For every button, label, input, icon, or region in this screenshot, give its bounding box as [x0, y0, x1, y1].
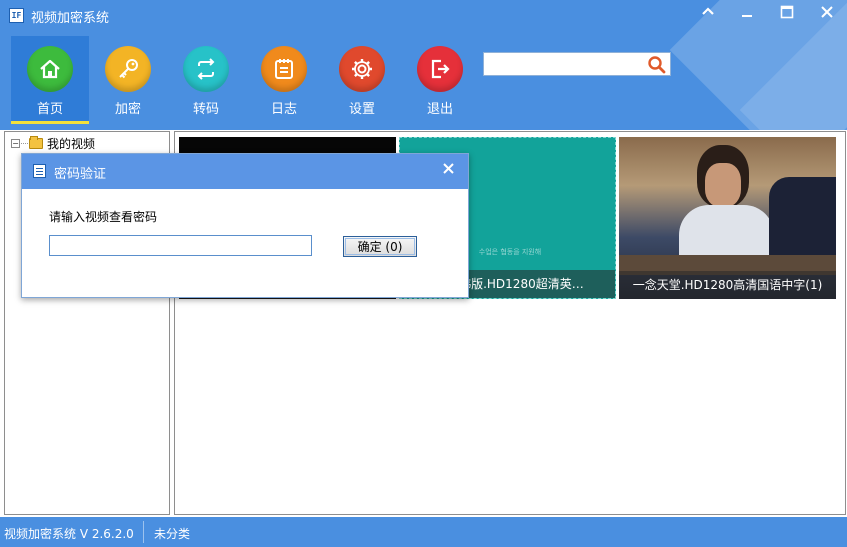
tool-settings[interactable]: 设置 [323, 36, 401, 124]
tool-home[interactable]: 首页 [11, 36, 89, 124]
status-divider [143, 521, 144, 543]
dialog-close-icon[interactable] [440, 160, 458, 178]
convert-icon [183, 46, 229, 92]
tool-label: 转码 [192, 102, 219, 117]
search-box [483, 52, 671, 76]
tree-node-my-videos[interactable]: − 我的视频 [11, 135, 95, 151]
password-dialog: 密码验证 请输入视频查看密码 确定 (0) [21, 153, 469, 298]
current-category: 未分类 [154, 527, 191, 541]
tool-log[interactable]: 日志 [245, 36, 323, 124]
exit-icon [417, 46, 463, 92]
dialog-app-icon [33, 164, 46, 178]
tool-encrypt[interactable]: 加密 [89, 36, 167, 124]
search-input[interactable] [486, 55, 644, 73]
tool-label: 加密 [114, 102, 141, 117]
thumbnail-figure [705, 163, 741, 207]
dialog-title-bar[interactable]: 密码验证 [22, 154, 468, 189]
video-subtitle-text: 수업은 협동을 지원해 [478, 248, 542, 256]
tree-node-label: 我的视频 [47, 136, 96, 151]
key-icon [105, 46, 151, 92]
folder-icon [29, 135, 43, 149]
tool-label: 日志 [270, 102, 297, 117]
app-icon: IF [9, 8, 24, 23]
log-icon [261, 46, 307, 92]
video-thumbnail[interactable]: 一念天堂.HD1280高清国语中字(1) [619, 137, 836, 299]
minimize-button[interactable] [735, 3, 759, 23]
top-bar: IF 视频加密系统 首页 加密 转码 日志 设置 退出 [0, 0, 847, 130]
status-bar: 视频加密系统 V 2.6.2.0 未分类 [0, 517, 847, 547]
password-field[interactable] [49, 235, 312, 256]
tool-exit[interactable]: 退出 [401, 36, 479, 124]
video-caption: 一念天堂.HD1280高清国语中字(1) [619, 271, 836, 299]
search-icon[interactable] [647, 55, 667, 75]
password-prompt: 请输入视频查看密码 [49, 210, 158, 224]
window-title: 视频加密系统 [31, 11, 110, 26]
tool-label: 首页 [36, 102, 63, 117]
tool-label: 设置 [348, 102, 375, 117]
maximize-button[interactable] [775, 3, 799, 23]
app-version: 视频加密系统 V 2.6.2.0 [4, 527, 134, 541]
tool-convert[interactable]: 转码 [167, 36, 245, 124]
confirm-button[interactable]: 确定 (0) [343, 236, 417, 257]
close-button[interactable] [815, 3, 839, 23]
dialog-title: 密码验证 [54, 167, 107, 182]
tool-label: 退出 [426, 102, 453, 117]
gear-icon [339, 46, 385, 92]
tree-connector [21, 142, 28, 144]
collapse-button[interactable] [696, 3, 720, 23]
home-icon [27, 46, 73, 92]
collapse-toggle-icon[interactable]: − [11, 138, 20, 148]
